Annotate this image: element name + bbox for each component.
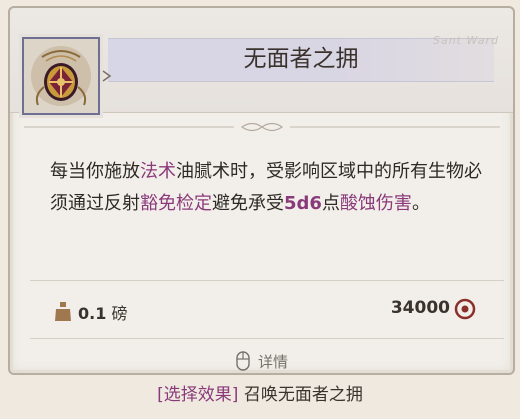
mouse-icon <box>236 351 250 371</box>
weight-icon <box>55 302 71 321</box>
header-watermark: Sant Ward <box>432 34 499 47</box>
select-effect-action[interactable]: [选择效果] 召唤无面者之拥 <box>0 380 520 405</box>
desc-text-1: 每当你施放 <box>50 161 140 182</box>
action-label: 召唤无面者之拥 <box>243 385 363 405</box>
damage-dice: 5d6 <box>284 193 322 214</box>
arrow-right-icon <box>102 70 112 82</box>
weight-value: 0.1 <box>78 304 107 323</box>
ornament-divider <box>24 122 500 132</box>
desc-text-5: 。 <box>411 193 430 214</box>
desc-text-3: 避免承受 <box>212 193 284 214</box>
item-tooltip-card: 无面者之拥 Sant Ward 每当你施放法术油腻术时，受影响区域中的所有生物必… <box>8 6 515 375</box>
keyword-spell[interactable]: 法术 <box>140 161 176 182</box>
details-label: 详情 <box>258 352 289 371</box>
footer-divider <box>30 338 504 339</box>
item-price: 34000 <box>390 298 450 318</box>
gold-coin-icon <box>454 298 476 320</box>
item-weight: 0.1 磅 <box>78 300 127 324</box>
action-key-hint: [选择效果] <box>157 385 239 405</box>
keyword-saving-throw[interactable]: 豁免检定 <box>140 193 212 214</box>
desc-text-4: 点 <box>321 193 340 214</box>
weight-unit: 磅 <box>111 304 128 323</box>
amulet-icon <box>31 46 91 106</box>
keyword-acid-damage[interactable]: 酸蚀伤害 <box>340 193 412 214</box>
details-hint[interactable]: 详情 <box>236 348 288 374</box>
stats-divider <box>30 280 504 281</box>
item-icon-frame[interactable] <box>22 37 100 115</box>
item-description: 每当你施放法术油腻术时，受影响区域中的所有生物必须通过反射豁免检定避免承受5d6… <box>50 156 496 220</box>
